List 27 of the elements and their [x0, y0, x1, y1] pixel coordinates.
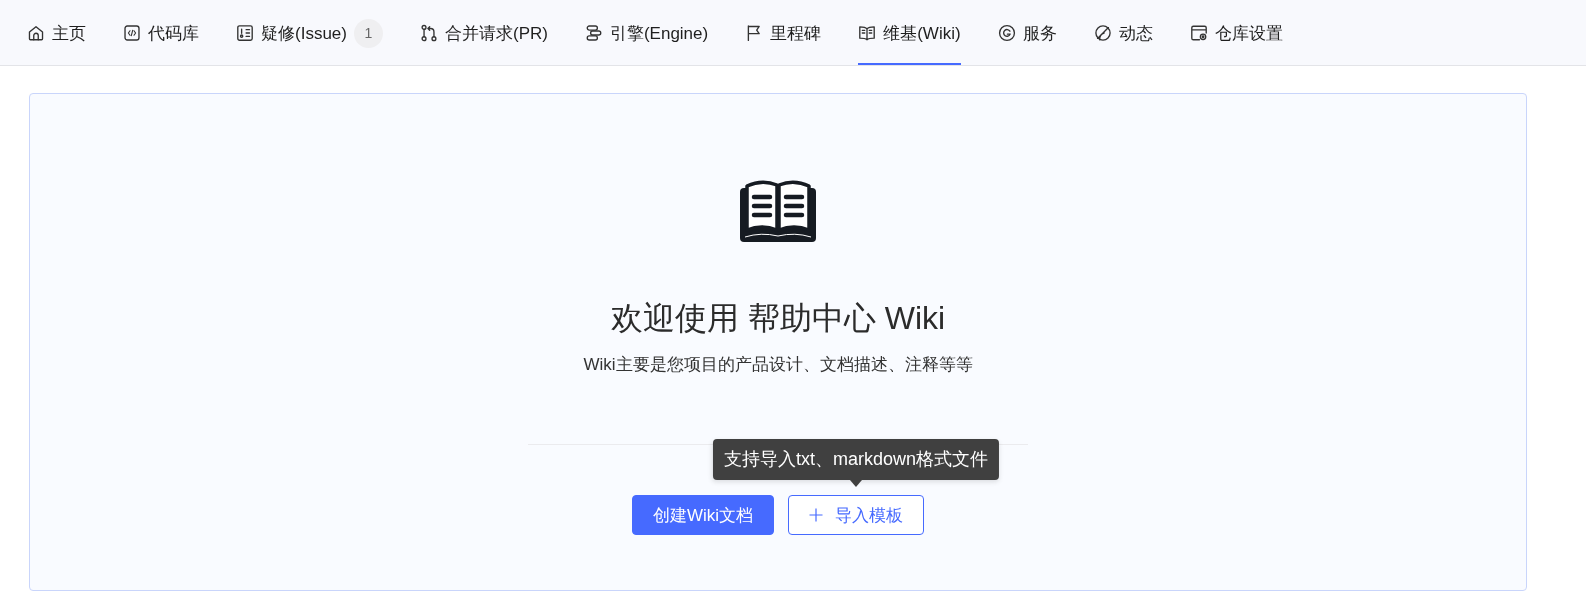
- layers-icon: [584, 24, 603, 42]
- window-gear-icon: [1189, 24, 1208, 42]
- create-wiki-button[interactable]: 创建Wiki文档: [631, 495, 775, 535]
- count-badge: 1: [353, 18, 383, 48]
- circle-g-icon: [997, 24, 1016, 42]
- slashed-circle-icon: [1093, 24, 1112, 42]
- nav-tab[interactable]: 维基(Wiki): [858, 0, 961, 65]
- home-icon: [27, 24, 45, 42]
- welcome-title: 欢迎使用 帮助中心 Wiki: [610, 299, 946, 338]
- list-icon: [236, 24, 254, 42]
- nav-tab[interactable]: 动态: [1093, 0, 1153, 65]
- code-icon: [123, 24, 141, 42]
- nav-tab[interactable]: 仓库设置: [1189, 0, 1283, 65]
- nav-tab[interactable]: 合并请求(PR): [419, 0, 548, 65]
- tooltip: 支持导入txt、markdown格式文件: [713, 439, 1000, 487]
- plus-icon: [809, 508, 824, 522]
- nav-tab[interactable]: 里程碑: [745, 0, 822, 65]
- nav-tab[interactable]: 引擎(Engine): [584, 0, 709, 65]
- import-template-button[interactable]: 导入模板: [788, 495, 925, 535]
- branch-icon: [419, 24, 438, 42]
- open-book-icon: [740, 180, 816, 242]
- nav-tab[interactable]: 主页: [27, 0, 86, 65]
- book-icon: [858, 24, 877, 42]
- nav-tab[interactable]: 疑修(Issue) 1: [236, 0, 383, 65]
- nav-tab[interactable]: 服务: [997, 0, 1057, 65]
- welcome-subtitle: Wiki主要是您项目的产品设计、文档描述、注释等等: [583, 354, 973, 376]
- nav-tab[interactable]: 代码库: [123, 0, 199, 65]
